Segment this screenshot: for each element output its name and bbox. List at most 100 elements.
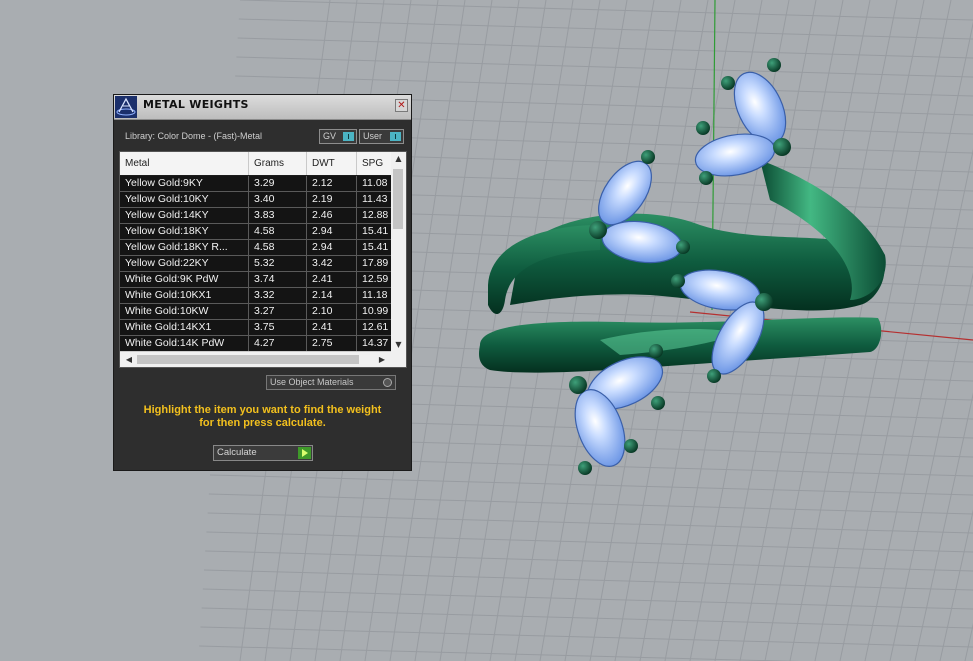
library-label: Library: Color Dome - (Fast)-Metal (125, 131, 263, 141)
horizontal-scroll-thumb[interactable] (137, 355, 359, 364)
use-object-materials-label: Use Object Materials (270, 377, 354, 387)
dwt-cell: 2.10 (307, 304, 357, 319)
metal-weights-window: METAL WEIGHTS ✕ Library: Color Dome - (F… (113, 94, 412, 471)
grid-line (239, 0, 973, 21)
play-icon[interactable] (298, 447, 311, 459)
ring-model (479, 160, 886, 373)
prong (569, 376, 587, 394)
dwt-cell: 2.14 (307, 288, 357, 303)
column-header-grams[interactable]: Grams (249, 152, 307, 175)
prong (676, 240, 690, 254)
window-title: METAL WEIGHTS (143, 98, 249, 111)
grid-line (209, 474, 973, 496)
dwt-cell: 2.94 (307, 240, 357, 255)
prong (589, 221, 607, 239)
grams-cell: 3.32 (249, 288, 307, 303)
metal-cell: White Gold:9K PdW (120, 272, 249, 287)
column-header-metal[interactable]: Metal (120, 152, 249, 175)
dwt-cell: 2.41 (307, 320, 357, 335)
grams-cell: 3.75 (249, 320, 307, 335)
gv-toggle[interactable]: GV (319, 129, 357, 144)
prong (707, 369, 721, 383)
app-logo-icon (115, 96, 137, 118)
table-row[interactable]: Yellow Gold:9KY 3.29 2.12 11.08 (120, 176, 392, 192)
table-row[interactable]: Yellow Gold:18KY R... 4.58 2.94 15.41 (120, 240, 392, 256)
prong (773, 138, 791, 156)
grid-line (964, 622, 973, 661)
table-row[interactable]: Yellow Gold:22KY 5.32 3.42 17.89 (120, 256, 392, 272)
grid-line (203, 569, 973, 591)
spg-cell: 12.88 (362, 209, 389, 221)
use-object-materials-option[interactable]: Use Object Materials (266, 375, 396, 390)
prong (699, 171, 713, 185)
grid-line (206, 531, 973, 553)
calculate-button[interactable]: Calculate (213, 445, 313, 461)
prong (671, 274, 685, 288)
title-bar[interactable]: METAL WEIGHTS ✕ (114, 95, 411, 120)
table-row[interactable]: Yellow Gold:18KY 4.58 2.94 15.41 (120, 224, 392, 240)
vertical-scroll-thumb[interactable] (393, 169, 403, 229)
table-row[interactable]: White Gold:9K PdW 3.74 2.41 12.59 (120, 272, 392, 288)
metal-cell: Yellow Gold:18KY R... (120, 240, 249, 255)
grams-cell: 3.29 (249, 176, 307, 191)
table-row[interactable]: Yellow Gold:14KY 3.83 2.46 12.88 (120, 208, 392, 224)
grid-line (205, 550, 973, 572)
calculate-label: Calculate (217, 447, 257, 458)
user-toggle[interactable]: User (359, 129, 404, 144)
table-row[interactable]: White Gold:14KX1 3.75 2.41 12.61 (120, 320, 392, 336)
scroll-down-icon[interactable]: ▼ (391, 338, 406, 352)
prong (721, 76, 735, 90)
metal-cell: Yellow Gold:22KY (120, 256, 249, 271)
grams-cell: 4.27 (249, 336, 307, 351)
user-toggle-label: User (363, 131, 383, 141)
prong (624, 439, 638, 453)
toggle-indicator-icon (343, 132, 354, 141)
grid-line (237, 37, 973, 59)
grid-line (238, 18, 973, 40)
dwt-cell: 2.94 (307, 224, 357, 239)
close-button[interactable]: ✕ (395, 99, 408, 112)
column-header-dwt[interactable]: DWT (307, 152, 357, 175)
column-header-spg[interactable]: SPG (357, 152, 392, 175)
grid-line (201, 607, 973, 629)
table-row[interactable]: Yellow Gold:10KY 3.40 2.19 11.43 (120, 192, 392, 208)
table-row[interactable]: White Gold:14K PdW 4.27 2.75 14.37 (120, 336, 392, 352)
spg-cell: 12.61 (362, 321, 389, 333)
scroll-up-icon[interactable]: ▲ (391, 152, 406, 166)
grid-line (914, 392, 973, 661)
metal-cell: Yellow Gold:10KY (120, 192, 249, 207)
grid-line (202, 588, 973, 610)
prong (651, 396, 665, 410)
table-row[interactable]: White Gold:10KW 3.27 2.10 10.99 (120, 304, 392, 320)
dwt-cell: 3.42 (307, 256, 357, 271)
spg-cell: 12.59 (362, 273, 389, 285)
gv-toggle-label: GV (323, 131, 337, 141)
spg-cell: 15.41 (362, 241, 389, 253)
radio-icon[interactable] (383, 378, 392, 387)
scroll-left-icon[interactable]: ◀ (122, 352, 136, 367)
grams-cell: 3.27 (249, 304, 307, 319)
metal-table[interactable]: Metal Grams DWT SPG Yellow Gold:9KY 3.29 2… (119, 151, 407, 368)
spg-cell: 17.89 (362, 257, 389, 269)
dwt-cell: 2.41 (307, 272, 357, 287)
prong (649, 344, 663, 358)
grid-line (939, 509, 973, 661)
prong (755, 293, 773, 311)
grams-cell: 4.58 (249, 224, 307, 239)
metal-cell: White Gold:14KX1 (120, 320, 249, 335)
metal-cell: Yellow Gold:9KY (120, 176, 249, 191)
metal-cell: White Gold:14K PdW (120, 336, 249, 351)
dwt-cell: 2.46 (307, 208, 357, 223)
dwt-cell: 2.12 (307, 176, 357, 191)
scroll-right-icon[interactable]: ▶ (375, 352, 389, 367)
spg-cell: 15.41 (362, 225, 389, 237)
grams-cell: 3.74 (249, 272, 307, 287)
spg-cell: 11.18 (362, 289, 388, 301)
table-row[interactable]: White Gold:10KX1 3.32 2.14 11.18 (120, 288, 392, 304)
grid-line (889, 272, 973, 661)
vertical-scrollbar[interactable]: ▲ ▼ (391, 152, 406, 352)
toggle-indicator-icon (390, 132, 401, 141)
prong (696, 121, 710, 135)
instruction-text: Highlight the item you want to find the … (124, 404, 401, 430)
horizontal-scrollbar[interactable]: ◀ ▶ (120, 351, 406, 367)
